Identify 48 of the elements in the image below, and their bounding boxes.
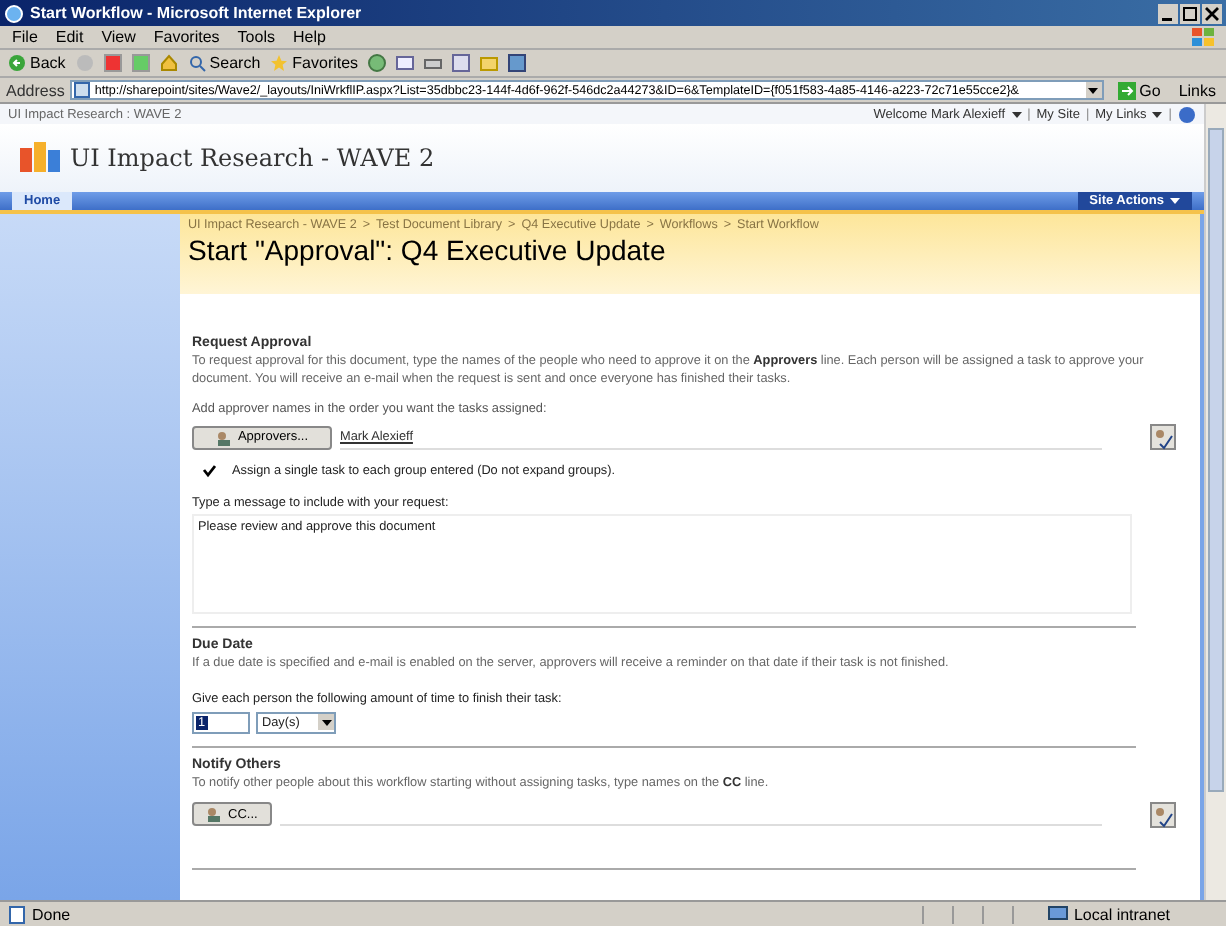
star-icon: [270, 54, 289, 72]
minimize-icon[interactable]: [1158, 3, 1178, 23]
page-icon: [8, 905, 26, 923]
back-button[interactable]: Back: [8, 54, 66, 72]
menu-item[interactable]: Tools: [237, 28, 275, 46]
search-icon: [187, 54, 206, 72]
browser-icon: [4, 3, 24, 23]
person-icon: [206, 806, 224, 823]
help-icon[interactable]: [1178, 105, 1196, 123]
history-icon[interactable]: [368, 54, 387, 72]
back-arrow-icon: [8, 54, 26, 72]
messenger-icon[interactable]: [508, 54, 527, 72]
intranet-icon: [1047, 905, 1068, 923]
dropdown-arrow-icon[interactable]: [1085, 82, 1102, 98]
menu-item[interactable]: Edit: [55, 28, 84, 46]
search-button[interactable]: Search: [187, 54, 261, 72]
dropdown-arrow-icon: [318, 714, 334, 731]
site-logo-icon: [20, 142, 60, 174]
check-names-icon[interactable]: [1150, 424, 1176, 451]
print-icon[interactable]: [424, 54, 443, 72]
go-button[interactable]: Go: [1109, 81, 1169, 99]
caret-icon[interactable]: [1011, 111, 1022, 117]
address-label: Address: [6, 81, 65, 99]
checkbox[interactable]: [202, 464, 216, 479]
mail-icon[interactable]: [396, 54, 415, 72]
window-title: Start Workflow - Microsoft Internet Explorer: [30, 4, 362, 22]
windows-logo-icon: [1190, 27, 1214, 47]
site-title: UI Impact Research - WAVE 2: [70, 144, 435, 172]
page-title: Start "Approval": Q4 Executive Update: [188, 234, 668, 266]
favorites-button[interactable]: Favorites: [270, 54, 359, 72]
edit-icon[interactable]: [452, 54, 471, 72]
close-icon[interactable]: [1202, 3, 1222, 23]
stop-icon[interactable]: [103, 54, 122, 72]
caret-icon: [1170, 198, 1180, 204]
caret-icon[interactable]: [1152, 111, 1163, 117]
status-text: Done: [32, 905, 71, 923]
menu-item[interactable]: View: [101, 28, 136, 46]
zone-text: Local intranet: [1073, 905, 1172, 923]
person-icon: [215, 429, 234, 446]
check-names-icon[interactable]: [1150, 801, 1176, 828]
arrow-icon: [1117, 81, 1136, 99]
links-button[interactable]: Links: [1174, 81, 1220, 99]
menu-item[interactable]: Favorites: [153, 28, 220, 46]
page-icon: [74, 82, 91, 98]
menu-item[interactable]: Help: [292, 28, 326, 46]
menu-item[interactable]: File: [12, 28, 38, 46]
vertical-scrollbar[interactable]: [1204, 104, 1226, 900]
maximize-icon[interactable]: [1180, 3, 1200, 23]
